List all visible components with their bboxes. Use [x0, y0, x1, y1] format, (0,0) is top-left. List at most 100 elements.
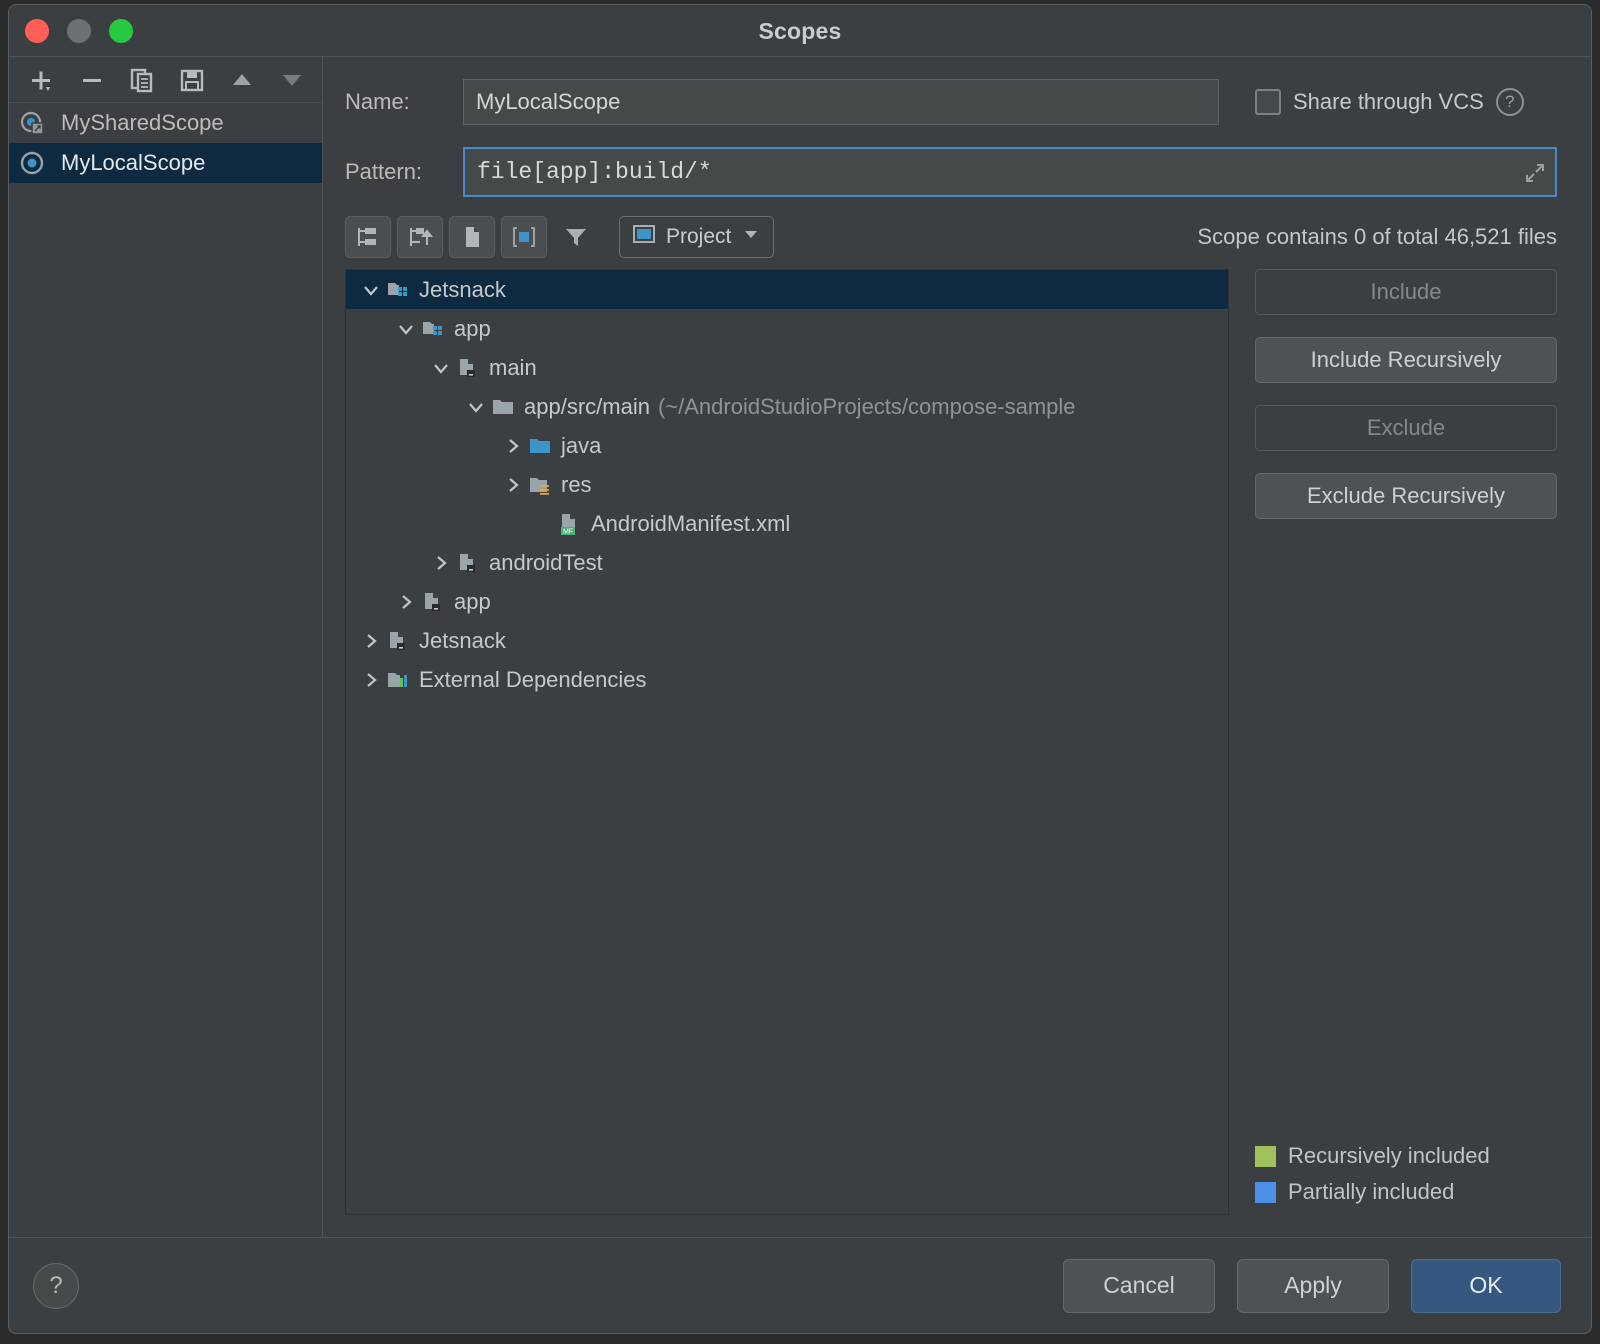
table-row[interactable]: java — [346, 426, 1228, 465]
tree-node-label: app — [454, 589, 491, 615]
include-exclude-buttons: Include Include Recursively Exclude Excl… — [1229, 269, 1557, 1215]
scopes-dialog: Scopes — [8, 4, 1592, 1334]
chevron-down-icon[interactable] — [391, 319, 421, 339]
ok-button[interactable]: OK — [1411, 1259, 1561, 1313]
dialog-footer: ? Cancel Apply OK — [9, 1237, 1591, 1333]
sidebar-toolbar — [9, 57, 322, 103]
tree-area: Jetsnack — [345, 269, 1557, 1237]
apply-button[interactable]: Apply — [1237, 1259, 1389, 1313]
chevron-down-icon[interactable] — [356, 280, 386, 300]
table-row[interactable]: Jetsnack — [346, 621, 1228, 660]
java-source-folder-icon — [528, 434, 554, 458]
show-file-path-button[interactable] — [501, 216, 547, 258]
chevron-right-icon[interactable] — [356, 670, 386, 690]
tree-node-label: app/src/main — [524, 394, 650, 420]
project-view-icon — [632, 222, 656, 252]
scope-editor: Name: Share through VCS ? Pattern: — [323, 57, 1591, 1237]
tree-node-path: (~/AndroidStudioProjects/compose-sample — [658, 394, 1076, 420]
scope-selector-dropdown[interactable]: Project — [619, 216, 774, 258]
tree-node-label: Jetsnack — [419, 628, 506, 654]
external-dependencies-icon — [386, 668, 412, 692]
filter-funnel-icon[interactable] — [553, 216, 599, 258]
pattern-input[interactable] — [463, 147, 1557, 197]
pattern-row: Pattern: — [345, 147, 1557, 197]
manifest-file-icon: MF — [558, 512, 584, 536]
pattern-field-wrapper — [463, 147, 1557, 197]
table-row[interactable]: app/src/main (~/AndroidStudioProjects/co… — [346, 387, 1228, 426]
module-group-icon — [386, 278, 412, 302]
project-tree[interactable]: Jetsnack — [345, 269, 1229, 1215]
save-scope-button[interactable] — [169, 60, 215, 100]
sidebar-item-myshardscope[interactable]: MySharedScope — [9, 103, 322, 143]
include-recursively-button[interactable]: Include Recursively — [1255, 337, 1557, 383]
share-through-vcs-checkbox[interactable] — [1255, 89, 1281, 115]
flatten-packages-button[interactable] — [449, 216, 495, 258]
sidebar-item-label: MyLocalScope — [61, 150, 205, 176]
collapse-all-button[interactable] — [397, 216, 443, 258]
chevron-down-icon[interactable] — [461, 397, 491, 417]
local-scope-icon — [19, 150, 45, 176]
folder-icon — [491, 395, 517, 419]
chevron-right-icon[interactable] — [426, 553, 456, 573]
source-module-icon — [421, 590, 447, 614]
legend-label: Recursively included — [1288, 1143, 1490, 1169]
table-row[interactable]: app — [346, 582, 1228, 621]
move-down-button[interactable] — [269, 60, 315, 100]
sidebar-item-mylocalscope[interactable]: MyLocalScope — [9, 143, 322, 183]
exclude-recursively-button[interactable]: Exclude Recursively — [1255, 473, 1557, 519]
tree-toolbar: Project Scope contains 0 of total 46,521… — [345, 215, 1557, 259]
table-row[interactable]: androidTest — [346, 543, 1228, 582]
add-scope-button[interactable] — [19, 60, 65, 100]
include-button[interactable]: Include — [1255, 269, 1557, 315]
chevron-down-icon — [741, 224, 761, 250]
exclude-button[interactable]: Exclude — [1255, 405, 1557, 451]
legend-label: Partially included — [1288, 1179, 1454, 1205]
tree-node-label: AndroidManifest.xml — [591, 511, 790, 537]
pattern-label: Pattern: — [345, 159, 463, 185]
share-through-vcs-label: Share through VCS — [1293, 89, 1484, 115]
name-label: Name: — [345, 89, 463, 115]
scope-list: MySharedScope MyLocalScope — [9, 103, 322, 1237]
help-button[interactable]: ? — [33, 1263, 79, 1309]
remove-scope-button[interactable] — [69, 60, 115, 100]
shared-scope-icon — [19, 110, 45, 136]
table-row[interactable]: Jetsnack — [346, 270, 1228, 309]
scope-selector-value: Project — [666, 225, 731, 249]
tree-node-label: External Dependencies — [419, 667, 646, 693]
scope-name-input[interactable] — [463, 79, 1219, 125]
tree-node-label: main — [489, 355, 537, 381]
page-title: Scopes — [9, 18, 1591, 45]
table-row[interactable]: External Dependencies — [346, 660, 1228, 699]
move-up-button[interactable] — [219, 60, 265, 100]
scope-file-count: Scope contains 0 of total 46,521 files — [1197, 224, 1557, 250]
cancel-button[interactable]: Cancel — [1063, 1259, 1215, 1313]
chevron-right-icon[interactable] — [498, 475, 528, 495]
legend-item-partially-included: Partially included — [1255, 1179, 1557, 1205]
table-row[interactable]: main — [346, 348, 1228, 387]
footer-actions: Cancel Apply OK — [1063, 1259, 1561, 1313]
scopes-sidebar: MySharedScope MyLocalScope — [9, 57, 323, 1237]
chevron-down-icon[interactable] — [426, 358, 456, 378]
module-group-icon — [421, 317, 447, 341]
table-row[interactable]: MF AndroidManifest.xml — [346, 504, 1228, 543]
dialog-body: MySharedScope MyLocalScope Name: — [9, 57, 1591, 1237]
tree-node-label: app — [454, 316, 491, 342]
tree-node-label: java — [561, 433, 601, 459]
tree-node-label: Jetsnack — [419, 277, 506, 303]
legend-item-recursively-included: Recursively included — [1255, 1143, 1557, 1169]
question-mark-icon[interactable]: ? — [1496, 88, 1524, 116]
svg-text:MF: MF — [563, 528, 573, 535]
sidebar-item-label: MySharedScope — [61, 110, 224, 136]
source-module-icon — [386, 629, 412, 653]
chevron-right-icon[interactable] — [356, 631, 386, 651]
res-folder-icon — [528, 473, 554, 497]
tree-node-label: androidTest — [489, 550, 603, 576]
expand-all-button[interactable] — [345, 216, 391, 258]
table-row[interactable]: app — [346, 309, 1228, 348]
name-row: Name: Share through VCS ? — [345, 79, 1557, 125]
tree-node-label: res — [561, 472, 592, 498]
copy-scope-button[interactable] — [119, 60, 165, 100]
chevron-right-icon[interactable] — [391, 592, 421, 612]
table-row[interactable]: res — [346, 465, 1228, 504]
chevron-right-icon[interactable] — [498, 436, 528, 456]
